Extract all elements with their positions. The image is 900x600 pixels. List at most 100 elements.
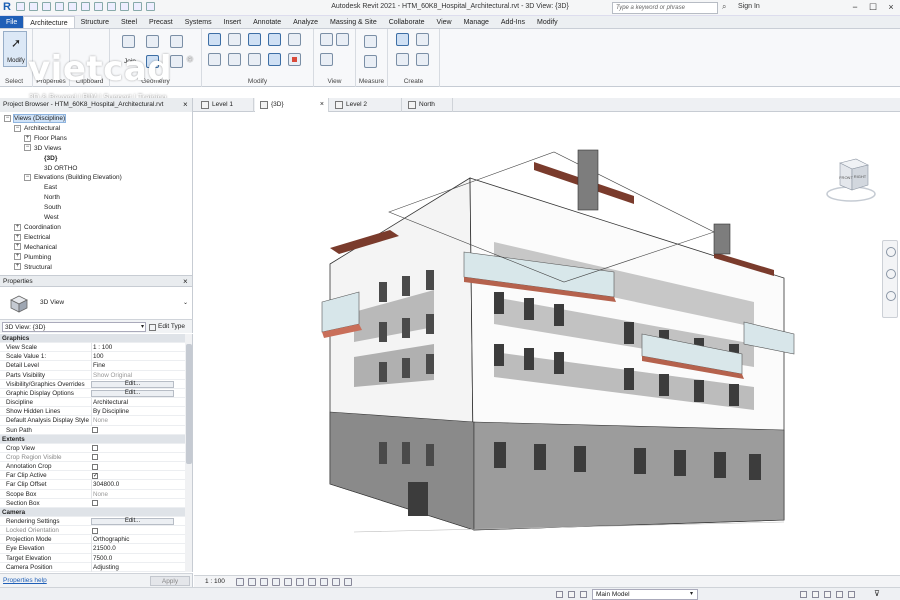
property-value[interactable]: 21500.0 <box>91 544 175 554</box>
collapse-icon[interactable]: − <box>4 114 11 122</box>
view-tab[interactable]: Level 2 <box>330 98 402 112</box>
detail-level-icon[interactable] <box>236 578 244 586</box>
sync-icon[interactable] <box>580 591 587 598</box>
browser-node[interactable]: + Floor Plans <box>24 134 67 144</box>
instance-selector[interactable]: 3D View: {3D} ▾ <box>2 322 146 332</box>
property-value[interactable]: None <box>91 489 175 499</box>
browser-node[interactable]: + Electrical <box>14 233 50 243</box>
property-value[interactable]: None <box>91 416 175 426</box>
view-tab[interactable]: North <box>403 98 453 112</box>
steering-wheel-icon[interactable] <box>886 247 896 257</box>
measure-icon[interactable] <box>364 35 377 48</box>
viewcube[interactable]: FRONT RIGHT <box>826 154 876 204</box>
dimension-icon[interactable] <box>364 55 377 68</box>
drag-elements-icon[interactable] <box>848 591 855 598</box>
collapse-icon[interactable]: − <box>24 174 31 182</box>
minimize-icon[interactable]: − <box>846 0 864 14</box>
split-element-icon[interactable] <box>288 33 301 46</box>
property-checkbox[interactable]: ✓ <box>92 472 98 479</box>
expand-icon[interactable]: + <box>24 134 31 142</box>
align-icon[interactable] <box>208 33 221 46</box>
select-by-face-icon[interactable] <box>836 591 843 598</box>
type-selector[interactable]: 3D View ⌄ <box>0 287 193 320</box>
create-parts-icon[interactable] <box>416 33 429 46</box>
close-tab-icon[interactable]: × <box>320 98 324 112</box>
view-scale[interactable]: 1 : 100 <box>205 578 225 585</box>
property-edit-button[interactable]: Edit... <box>91 380 174 388</box>
property-value[interactable]: 7500.0 <box>91 553 175 563</box>
browser-node[interactable]: + Mechanical <box>14 243 57 253</box>
property-value[interactable]: 1 : 100 <box>91 343 175 353</box>
visual-style-icon[interactable] <box>248 578 256 586</box>
chevron-down-icon[interactable]: ▾ <box>690 590 693 597</box>
expand-icon[interactable]: + <box>14 223 21 231</box>
shadows-icon[interactable] <box>272 578 280 586</box>
create-assembly-icon[interactable] <box>396 33 409 46</box>
edit-type-button[interactable]: Edit Type <box>148 322 185 332</box>
ribbon-tab-architecture[interactable]: Architecture <box>23 16 75 28</box>
offset-icon[interactable] <box>228 33 241 46</box>
properties-scrollbar[interactable] <box>185 334 193 572</box>
move-icon[interactable] <box>208 53 221 66</box>
property-value[interactable]: 100 <box>91 352 175 362</box>
property-edit-button[interactable]: Edit... <box>91 389 174 397</box>
maximize-icon[interactable]: ☐ <box>864 0 882 14</box>
view-tab[interactable]: {3D} × <box>255 98 329 112</box>
property-checkbox[interactable] <box>92 445 98 452</box>
property-value[interactable]: Fine <box>91 361 175 371</box>
property-checkbox[interactable] <box>92 454 98 461</box>
ribbon-tab-add-ins[interactable]: Add-Ins <box>495 16 531 28</box>
browser-node[interactable]: + Structural <box>14 263 52 273</box>
ribbon-tab-massing-site[interactable]: Massing & Site <box>324 16 383 28</box>
create-similar-icon[interactable] <box>416 53 429 66</box>
property-value[interactable]: 304800.0 <box>91 480 175 490</box>
ribbon-tab-modify[interactable]: Modify <box>531 16 564 28</box>
expand-icon[interactable]: + <box>14 233 21 241</box>
copy-icon[interactable] <box>228 53 241 66</box>
temporary-hide-icon[interactable] <box>332 578 340 586</box>
ribbon-tab-manage[interactable]: Manage <box>458 16 495 28</box>
ribbon-tab-analyze[interactable]: Analyze <box>287 16 324 28</box>
property-checkbox[interactable] <box>92 500 98 507</box>
property-checkbox[interactable] <box>92 463 98 470</box>
property-group-header[interactable]: Graphics <box>0 334 185 344</box>
editable-only-icon[interactable] <box>568 591 575 598</box>
rendering-icon[interactable] <box>284 578 292 586</box>
browser-node[interactable]: + Plumbing <box>14 253 51 263</box>
expand-icon[interactable]: + <box>14 243 21 251</box>
property-value[interactable]: Architectural <box>91 398 175 408</box>
viewcube-right-label[interactable]: RIGHT <box>854 174 867 179</box>
filter-icon[interactable]: ⊽ <box>874 589 880 598</box>
browser-node[interactable]: {3D} <box>44 154 57 164</box>
browser-node[interactable]: West <box>44 213 59 223</box>
mirror-draw-icon[interactable] <box>268 33 281 46</box>
expand-icon[interactable]: + <box>14 263 21 271</box>
viewcube-front-label[interactable]: FRONT <box>839 175 853 180</box>
pan-icon[interactable] <box>886 291 896 301</box>
linework-icon[interactable] <box>320 53 333 66</box>
collapse-icon[interactable]: − <box>24 144 31 152</box>
ribbon-tab-view[interactable]: View <box>431 16 458 28</box>
help-search-input[interactable]: Type a keyword or phrase <box>612 2 718 14</box>
delete-icon[interactable] <box>288 53 301 66</box>
browser-node[interactable]: East <box>44 183 57 193</box>
property-value[interactable]: Show Original <box>91 370 175 380</box>
ribbon-tab-insert[interactable]: Insert <box>218 16 248 28</box>
browser-node[interactable]: − Elevations (Building Elevation) <box>24 173 122 183</box>
mirror-axis-icon[interactable] <box>248 33 261 46</box>
worksets-icon[interactable] <box>556 591 563 598</box>
zoom-icon[interactable] <box>886 269 896 279</box>
view-tab[interactable]: Level 1 <box>196 98 254 112</box>
close-icon[interactable]: × <box>882 0 900 14</box>
browser-node[interactable]: − Architectural <box>14 124 60 134</box>
ribbon-tab-precast[interactable]: Precast <box>143 16 179 28</box>
reveal-hidden-icon[interactable] <box>344 578 352 586</box>
search-icon[interactable]: ⌕ <box>722 2 726 12</box>
cope-icon[interactable] <box>122 35 135 48</box>
select-underlay-icon[interactable] <box>812 591 819 598</box>
crop-view-icon[interactable] <box>296 578 304 586</box>
property-group-header[interactable]: Camera <box>0 507 185 518</box>
rotate-icon[interactable] <box>248 53 261 66</box>
chevron-down-icon[interactable]: ⌄ <box>183 299 188 306</box>
browser-node[interactable]: + Coordination <box>14 223 61 233</box>
